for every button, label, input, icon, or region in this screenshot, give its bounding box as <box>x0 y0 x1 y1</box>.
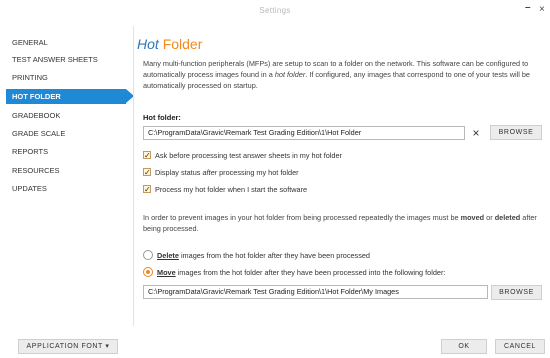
ok-button[interactable]: OK <box>441 339 487 354</box>
move-folder-path-input[interactable]: C:\ProgramData\Gravic\Remark Test Gradin… <box>143 285 488 299</box>
sidebar-item-resources[interactable]: RESOURCES <box>6 163 122 178</box>
minimize-icon[interactable]: – <box>525 2 531 13</box>
sidebar-item-general[interactable]: GENERAL <box>6 35 122 50</box>
clear-icon[interactable]: × <box>468 126 484 140</box>
chevron-down-icon: ▾ <box>105 343 110 350</box>
radio-selected-dot <box>146 270 150 274</box>
option-label-post: processing my hot folder <box>219 168 299 177</box>
option-label: Display status after processing my hot f… <box>155 167 299 178</box>
application-font-label: APPLICATION FONT <box>26 343 103 350</box>
info-moved: moved <box>460 213 485 222</box>
radio-label: Delete images from the hot folder after … <box>157 250 370 261</box>
footer: APPLICATION FONT ▾ OK CANCEL <box>0 330 550 358</box>
page-description: Many multi-function peripherals (MFPs) a… <box>143 58 548 91</box>
check-icon: ✓ <box>144 168 151 177</box>
sidebar: GENERAL TEST ANSWER SHEETS PRINTING HOT … <box>0 26 134 316</box>
sidebar-item-grade-scale[interactable]: GRADE SCALE <box>6 126 122 141</box>
close-icon[interactable]: × <box>539 4 545 15</box>
page-title-accent: Folder <box>162 36 203 52</box>
radio-button[interactable] <box>143 250 153 260</box>
sidebar-item-updates[interactable]: UPDATES <box>6 181 122 196</box>
option-label: Process my hot folder when I start the s… <box>155 185 308 194</box>
checkbox[interactable]: ✓ <box>143 151 151 160</box>
cancel-button[interactable]: CANCEL <box>495 339 545 354</box>
checkbox[interactable]: ✓ <box>143 168 151 177</box>
info-text-pre: In order to prevent images in your hot f… <box>143 213 459 222</box>
sidebar-divider <box>133 26 134 326</box>
sidebar-item-reports[interactable]: REPORTS <box>6 144 122 159</box>
radio-button[interactable] <box>143 267 153 277</box>
desc-emphasis: hot folder <box>274 70 306 79</box>
move-folder-browse-button[interactable]: BROWSE <box>491 285 542 300</box>
check-icon: ✓ <box>144 185 151 194</box>
page-title-main: Hot <box>137 36 159 52</box>
option-label: Ask before processing test answer sheets… <box>155 151 342 160</box>
sidebar-item-gradebook[interactable]: GRADEBOOK <box>6 108 122 123</box>
radio-move-rest: images from the hot folder after they ha… <box>177 268 446 277</box>
radio-delete-rest: images from the hot folder after they ha… <box>180 251 370 260</box>
move-delete-info: In order to prevent images in your hot f… <box>143 212 548 234</box>
radio-label: Move images from the hot folder after th… <box>157 267 445 278</box>
option-label-pre: Display status <box>155 168 201 177</box>
hot-folder-path-input[interactable]: C:\ProgramData\Gravic\Remark Test Gradin… <box>143 126 465 140</box>
window-title: Settings <box>259 6 291 15</box>
hot-folder-browse-button[interactable]: BROWSE <box>490 125 542 140</box>
application-font-button[interactable]: APPLICATION FONT ▾ <box>18 339 118 354</box>
hot-folder-label: Hot folder: <box>143 113 181 122</box>
radio-delete-keyword: Delete <box>157 251 179 260</box>
checkbox[interactable]: ✓ <box>143 185 151 194</box>
radio-move-keyword: Move <box>157 268 176 277</box>
check-icon: ✓ <box>144 151 151 160</box>
info-deleted: deleted <box>494 213 521 222</box>
title-bar: Settings – × <box>0 0 550 24</box>
info-or: or <box>486 213 493 222</box>
option-label-em: after <box>202 168 218 177</box>
sidebar-item-printing[interactable]: PRINTING <box>6 70 122 85</box>
sidebar-item-hot-folder[interactable]: HOT FOLDER <box>6 89 134 104</box>
page-title: Hot Folder <box>137 36 202 52</box>
sidebar-item-test-answer-sheets[interactable]: TEST ANSWER SHEETS <box>6 52 122 67</box>
